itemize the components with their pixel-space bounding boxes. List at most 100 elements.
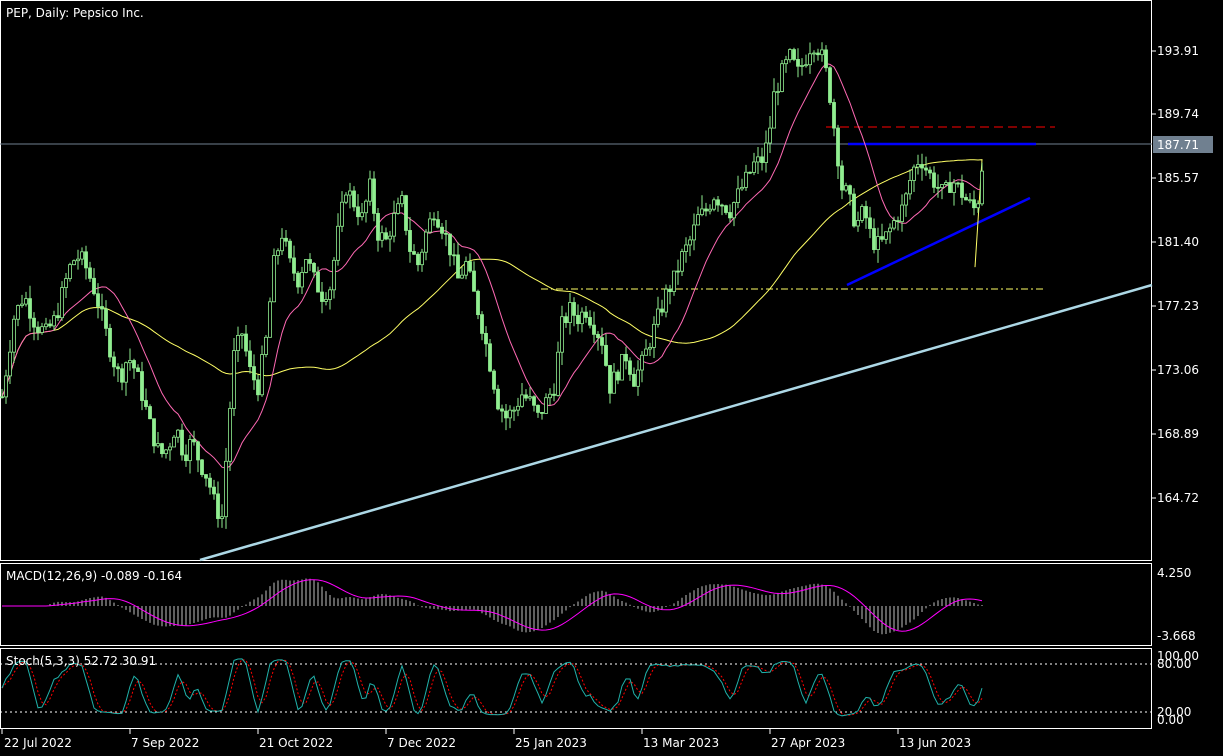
candle-body [428,218,432,233]
candle-body [528,396,532,399]
candle-body [184,454,188,462]
candle-body [896,220,900,223]
candle-body [684,244,688,252]
chart-title: PEP, Daily: Pepsico Inc. [6,6,144,20]
candle-body [740,187,744,190]
candle-body [260,354,264,396]
candle-body [132,360,136,369]
candle-body [192,439,196,443]
candle-body [844,185,848,191]
candle-body [452,254,456,257]
candle-body [136,367,140,372]
candle-body [824,49,828,69]
candle-body [632,373,636,387]
candle-body [708,208,712,212]
candle-body [536,404,540,413]
candle-body [672,270,676,292]
candle-body [396,203,400,214]
candle-body [208,477,212,488]
candle-body [236,335,240,352]
candle-body [936,186,940,189]
macd-signal-line [2,579,983,632]
candle-body [608,365,612,394]
candle-body [340,201,344,227]
candle-body [196,441,200,461]
candle-body [104,308,108,329]
candle-body [968,199,972,202]
candle-body [932,172,936,188]
candle-body [476,290,480,316]
candle-body [532,396,536,406]
candle-body [116,366,120,370]
candle-body [820,49,824,56]
candle-body [216,493,220,519]
candle-body [356,206,360,218]
candle-body [420,251,424,266]
candle-body [268,301,272,338]
candle-body [796,59,800,67]
candle-body [448,233,452,256]
candle-body [296,272,300,288]
candle-body [792,49,796,60]
candle-body [332,259,336,291]
candle-body [100,306,104,310]
price-tick-label: 181.40 [1157,235,1199,249]
candle-body [856,220,860,227]
candle-body [204,474,208,479]
candle-body [388,235,392,240]
candle-body [464,261,468,276]
candle-body [680,251,684,272]
candle-body [308,259,312,264]
candle-body [712,199,716,210]
candle-body [892,220,896,229]
candle-body [920,164,924,169]
candle-body [652,323,656,348]
candle-body [768,127,772,144]
candle-body [256,379,260,396]
candle-body [384,232,388,240]
candle-body [616,371,620,381]
macd-histogram [49,578,983,635]
candle-body [588,317,592,326]
candle-body [264,336,268,355]
candle-body [440,226,444,234]
candle-body [912,166,916,181]
candle-body [40,326,44,333]
candle-body [836,127,840,167]
candle-body [140,371,144,401]
candle-body [664,288,668,313]
candle-body [880,236,884,240]
long-term-trendline [199,283,1153,562]
candle-body [812,52,816,55]
candle-body [400,195,404,205]
candle-body [520,394,524,407]
candle-body [344,194,348,203]
candle-body [44,323,48,328]
candle-body [0,396,4,399]
candle-body [468,261,472,272]
candle-body [508,409,512,419]
candle-body [600,337,604,346]
candle-body [788,49,792,61]
time-tick-label: 21 Oct 2022 [259,736,333,750]
candle-body [352,190,356,208]
candle-body [716,199,720,206]
candle-body [368,178,372,202]
candle-body [168,446,172,451]
candle-body [692,224,696,241]
candle-body [868,217,872,229]
candle-body [348,190,352,196]
candle-body [64,278,68,288]
candle-body [748,171,752,174]
time-axis: 22 Jul 2022 7 Sep 2022 21 Oct 2022 7 Dec… [1,729,971,750]
candle-body [884,231,888,240]
candle-body [492,370,496,390]
candle-body [948,182,952,193]
chart-canvas: PEP, Daily: Pepsico Inc. MACD(12,26,9) -… [0,0,1213,750]
candle-body [312,262,316,273]
candle-body [480,314,484,334]
candle-body [328,289,332,300]
candle-body [688,239,692,246]
candle-body [556,351,560,396]
candle-body [976,203,980,209]
